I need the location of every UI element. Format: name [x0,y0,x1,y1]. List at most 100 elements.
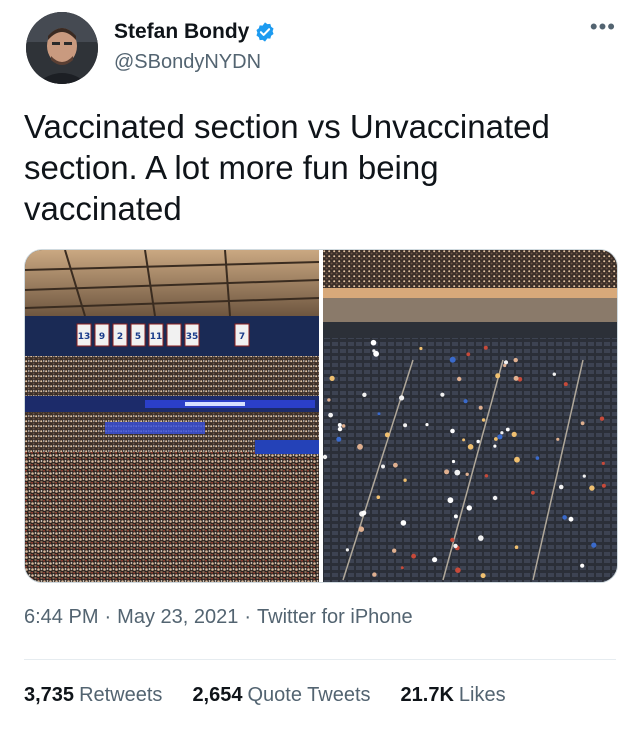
fan-dot [454,469,461,476]
fan-dot [466,352,471,357]
quote-tweets-stat[interactable]: 2,654 Quote Tweets [192,684,370,707]
fan-dot [493,444,497,448]
fan-dot [563,382,568,387]
fan-dot [513,375,519,381]
fan-dot [455,567,461,573]
fan-dot [328,412,333,418]
fan-dot [558,484,564,490]
fan-dot [372,349,376,353]
profile-photo [26,12,98,84]
likes-stat[interactable]: 21.7K Likes [401,684,506,707]
fan-dot [451,459,456,464]
fan-dot [425,423,429,427]
tweet-stats: 3,735 Retweets 2,654 Quote Tweets 21.7K Lik… [24,684,506,707]
fan-dot [327,398,331,402]
fan-dot [362,392,367,397]
fan-dot [453,514,458,519]
fan-dot [580,563,585,568]
fan-dot [481,418,486,422]
fan-dot [384,432,390,438]
fan-dot [601,461,605,465]
fan-dot [580,421,585,426]
fan-dot [419,346,423,351]
fan-dot [399,395,405,401]
fan-dot [556,437,560,441]
fan-dot [495,373,501,379]
retweets-count: 3,735 [24,684,75,706]
photo-sparse-section[interactable] [323,250,617,582]
author-name[interactable]: Stefan Bondy [114,20,276,44]
fan-dot [511,431,517,437]
fan-dot [361,510,367,516]
fan-dot [463,399,468,404]
meta-separator: · [104,606,112,628]
tweet-time[interactable]: 6:44 PM [24,606,98,628]
author-handle[interactable]: @SBondyNYDN [114,51,261,74]
fan-dot [341,424,346,428]
svg-text:35: 35 [186,332,199,342]
author-name-text[interactable]: Stefan Bondy [114,20,249,44]
fan-dot [453,543,458,549]
fan-dot [503,363,507,368]
fan-dot [535,456,540,460]
fan-dot [497,434,503,440]
fan-dot [599,416,605,421]
svg-text:9: 9 [99,332,105,342]
fan-dot [484,474,489,478]
fan-dot [476,439,480,444]
tweet-date[interactable]: May 23, 2021 [117,606,238,628]
fan-dot [376,495,381,499]
tweet-text: Vaccinated section vs Unvaccinated secti… [24,108,550,227]
fan-dot [450,428,455,434]
fan-dot [336,436,342,442]
fan-dot [494,437,498,441]
fan-dot [400,520,407,526]
svg-text:11: 11 [150,332,163,342]
tweet-media[interactable]: 13 9 2 5 11 35 7 [24,249,618,583]
fan-dot [457,376,462,382]
fan-dot [478,405,483,410]
fan-dot [358,526,365,532]
fan-dot [503,360,509,365]
fan-dot [466,505,472,511]
tweet-source[interactable]: Twitter for iPhone [257,606,413,628]
fan-dot [601,483,606,488]
likes-label: Likes [458,684,506,706]
verified-badge-icon [254,21,276,43]
svg-text:2: 2 [117,332,123,342]
fan-dot [478,535,484,541]
fan-dot [467,444,474,450]
svg-text:5: 5 [135,332,141,342]
fan-dot [337,423,342,427]
svg-text:13: 13 [78,332,91,342]
fan-dot [357,443,363,450]
meta-separator: · [244,606,252,628]
likes-count: 21.7K [400,684,454,706]
fan-dot [377,412,381,416]
fan-dot [432,557,438,563]
fan-dot [392,548,397,553]
fan-dot [591,542,597,548]
fan-dot [329,375,335,381]
fan-dot [514,456,520,463]
fan-dot [500,431,504,435]
fan-dot [492,495,498,501]
fan-dot [381,464,385,469]
fan-dot [337,426,343,432]
retweets-stat[interactable]: 3,735 Retweets [24,684,162,707]
avatar[interactable] [26,12,98,84]
fan-dot [582,474,586,478]
fan-dot [323,454,328,460]
fan-dot [447,497,454,504]
fan-dot [440,392,445,397]
photo-packed-section[interactable]: 13 9 2 5 11 35 7 [25,250,319,582]
fan-dot [552,372,556,376]
fan-dot [480,573,486,579]
fan-dot [562,515,567,520]
svg-text:7: 7 [239,332,245,342]
fan-dot [513,357,518,363]
more-options-icon[interactable]: ••• [590,14,616,40]
fan-dot [400,566,404,570]
fan-dot [449,356,456,363]
fan-dot [465,472,469,476]
